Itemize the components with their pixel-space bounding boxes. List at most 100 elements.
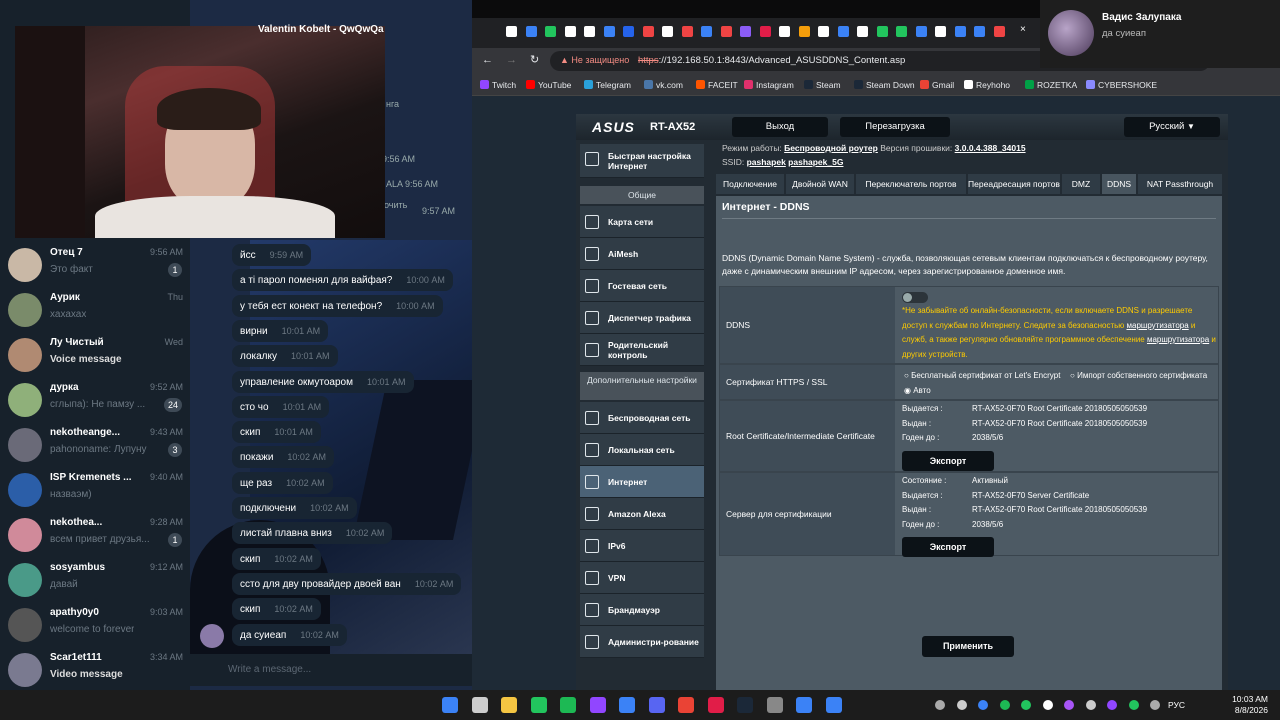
tab-icon[interactable] — [974, 26, 985, 37]
tab-icon[interactable] — [857, 26, 868, 37]
sidebar-item-advanced[interactable]: Локальная сеть — [580, 434, 704, 466]
taskbar-app-icon[interactable] — [648, 697, 665, 713]
tab-5[interactable]: DDNS — [1102, 174, 1136, 194]
taskbar-app-icon[interactable] — [766, 697, 783, 713]
sidebar-item-advanced[interactable]: Amazon Alexa — [580, 498, 704, 530]
tab-6[interactable]: NAT Passthrough — [1138, 174, 1222, 194]
message-composer[interactable]: Write a message... — [190, 654, 472, 686]
taskbar-app-icon[interactable] — [796, 697, 812, 713]
tab-icon[interactable] — [701, 26, 712, 37]
bookmark-steam-down[interactable]: Steam Down — [854, 80, 915, 90]
sidebar-item-advanced[interactable]: Интернет — [580, 466, 704, 498]
ssid-5g-link[interactable]: pashapek_5G — [788, 157, 843, 167]
bookmark-twitch[interactable]: Twitch — [480, 80, 516, 90]
sidebar-item-advanced[interactable]: Брандмауэр — [580, 594, 704, 626]
sidebar-item-quick-setup[interactable]: Быстрая настройка Интернет — [580, 144, 704, 178]
apply-button[interactable]: Применить — [922, 636, 1014, 657]
taskbar-app-icon[interactable] — [678, 697, 694, 713]
tray-icon[interactable] — [1064, 700, 1074, 710]
tray-icon[interactable] — [1107, 700, 1117, 710]
taskbar-app-icon[interactable] — [560, 697, 576, 713]
reload-icon[interactable]: ↻ — [530, 53, 539, 66]
sidebar-item-general[interactable]: AiMesh — [580, 238, 704, 270]
forward-icon[interactable]: → — [506, 54, 517, 66]
sidebar-item-general[interactable]: Родительский контроль — [580, 334, 704, 366]
mode-link[interactable]: Беспроводной роутер — [784, 143, 878, 153]
chat-item[interactable]: nekotheange... 9:43 AM pahononame: Лупуну 3 — [0, 422, 190, 467]
tab-icon[interactable] — [603, 26, 615, 37]
chat-item[interactable]: ISP Kremenets ... 9:40 AM назваэм) — [0, 467, 190, 512]
bookmark-gmail[interactable]: Gmail — [920, 80, 954, 90]
router-security-link[interactable]: маршрутизатора — [1127, 321, 1189, 330]
chat-item[interactable]: apathy0y0 9:03 AM welcome to forever — [0, 602, 190, 647]
tab-icon[interactable] — [779, 26, 790, 37]
letsencrypt-radio[interactable]: ○ Бесплатный сертификат от Let's Encrypt — [904, 371, 1060, 380]
logout-button[interactable]: Выход — [732, 117, 828, 137]
bookmark-reyhoho[interactable]: Reyhoho — [964, 80, 1010, 90]
tab-icon[interactable] — [740, 26, 751, 37]
tray-icon[interactable] — [956, 700, 967, 710]
chat-item[interactable]: nekothea... 9:28 AM всем привет друзья... 1 — [0, 512, 190, 557]
reboot-button[interactable]: Перезагрузка — [840, 117, 950, 137]
tab-close-icon[interactable]: × — [1020, 24, 1026, 35]
chat-item[interactable]: Scar1et111 3:34 AM Video message — [0, 647, 190, 692]
tab-icon[interactable] — [759, 26, 771, 37]
notification-popup[interactable]: Вадис Залупака да суиеап — [1040, 0, 1280, 68]
tray-icon[interactable] — [1128, 700, 1139, 710]
language-select[interactable]: Русский ▼ — [1124, 117, 1220, 137]
tray-icon[interactable] — [999, 700, 1010, 710]
tab-4[interactable]: DMZ — [1062, 174, 1100, 194]
tray-icon[interactable] — [978, 700, 988, 710]
tab-icon[interactable] — [525, 26, 537, 37]
sidebar-item-advanced[interactable]: Беспроводная сеть — [580, 402, 704, 434]
ssid-link[interactable]: pashapek — [747, 157, 786, 167]
back-icon[interactable]: ← — [482, 54, 493, 66]
tab-2[interactable]: Переключатель портов — [856, 174, 966, 194]
taskbar-app-icon[interactable] — [589, 697, 606, 713]
taskbar-app-icon[interactable] — [707, 697, 724, 713]
taskbar-app-icon[interactable] — [619, 697, 635, 713]
tab-icon[interactable] — [506, 26, 517, 37]
tab-1[interactable]: Двойной WAN — [786, 174, 854, 194]
bookmark-vk-com[interactable]: vk.com — [644, 80, 683, 90]
chat-item[interactable]: sosyambus 9:12 AM давай — [0, 557, 190, 602]
tray-icon[interactable] — [1042, 700, 1053, 710]
sidebar-item-general[interactable]: Диспетчер трафика — [580, 302, 704, 334]
tab-icon[interactable] — [662, 26, 673, 37]
chat-item[interactable]: Аурик Thu хахахах — [0, 287, 190, 332]
tab-icon[interactable] — [818, 26, 829, 37]
taskbar-app-icon[interactable] — [471, 697, 488, 713]
tray-icon[interactable] — [1150, 700, 1160, 710]
sidebar-item-advanced[interactable]: IPv6 — [580, 530, 704, 562]
bookmark-rozetka[interactable]: ROZETKA — [1025, 80, 1077, 90]
export-button[interactable]: Экспорт — [902, 537, 994, 557]
chat-item[interactable]: Отец 7 9:56 AM Это факт 1 — [0, 242, 190, 287]
import-cert-radio[interactable]: ○ Импорт собственного сертификата — [1070, 371, 1207, 380]
router-firmware-link[interactable]: маршрутизатора — [1147, 335, 1209, 344]
sidebar-item-advanced[interactable]: VPN — [580, 562, 704, 594]
ddns-toggle[interactable] — [902, 292, 928, 303]
tab-icon[interactable] — [681, 26, 693, 37]
tab-icon[interactable] — [564, 26, 576, 37]
sidebar-item-advanced[interactable]: Администри-рование — [580, 626, 704, 658]
tab-icon[interactable] — [837, 26, 849, 37]
taskbar-app-icon[interactable] — [442, 697, 458, 713]
bookmark-faceit[interactable]: FACEIT — [696, 80, 738, 90]
export-button[interactable]: Экспорт — [902, 450, 994, 471]
bookmark-steam[interactable]: Steam — [804, 80, 841, 90]
tray-icon[interactable] — [1085, 700, 1096, 710]
tab-icon[interactable] — [954, 26, 966, 37]
chat-item[interactable]: дурка 9:52 AM сглыпа): Не памзу ... 24 — [0, 377, 190, 422]
tab-icon[interactable] — [584, 26, 595, 37]
taskbar-app-icon[interactable] — [737, 697, 753, 713]
tab-icon[interactable] — [642, 26, 654, 37]
taskbar-app-icon[interactable] — [825, 697, 842, 713]
tab-icon[interactable] — [545, 26, 556, 37]
bookmark-youtube[interactable]: YouTube — [526, 80, 571, 90]
tray-icon[interactable] — [935, 700, 945, 710]
tab-icon[interactable] — [623, 26, 634, 37]
tab-icon[interactable] — [798, 26, 810, 37]
tab-0[interactable]: Подключение — [716, 174, 784, 194]
tab-icon[interactable] — [876, 26, 888, 37]
tab-icon[interactable] — [993, 26, 1005, 37]
